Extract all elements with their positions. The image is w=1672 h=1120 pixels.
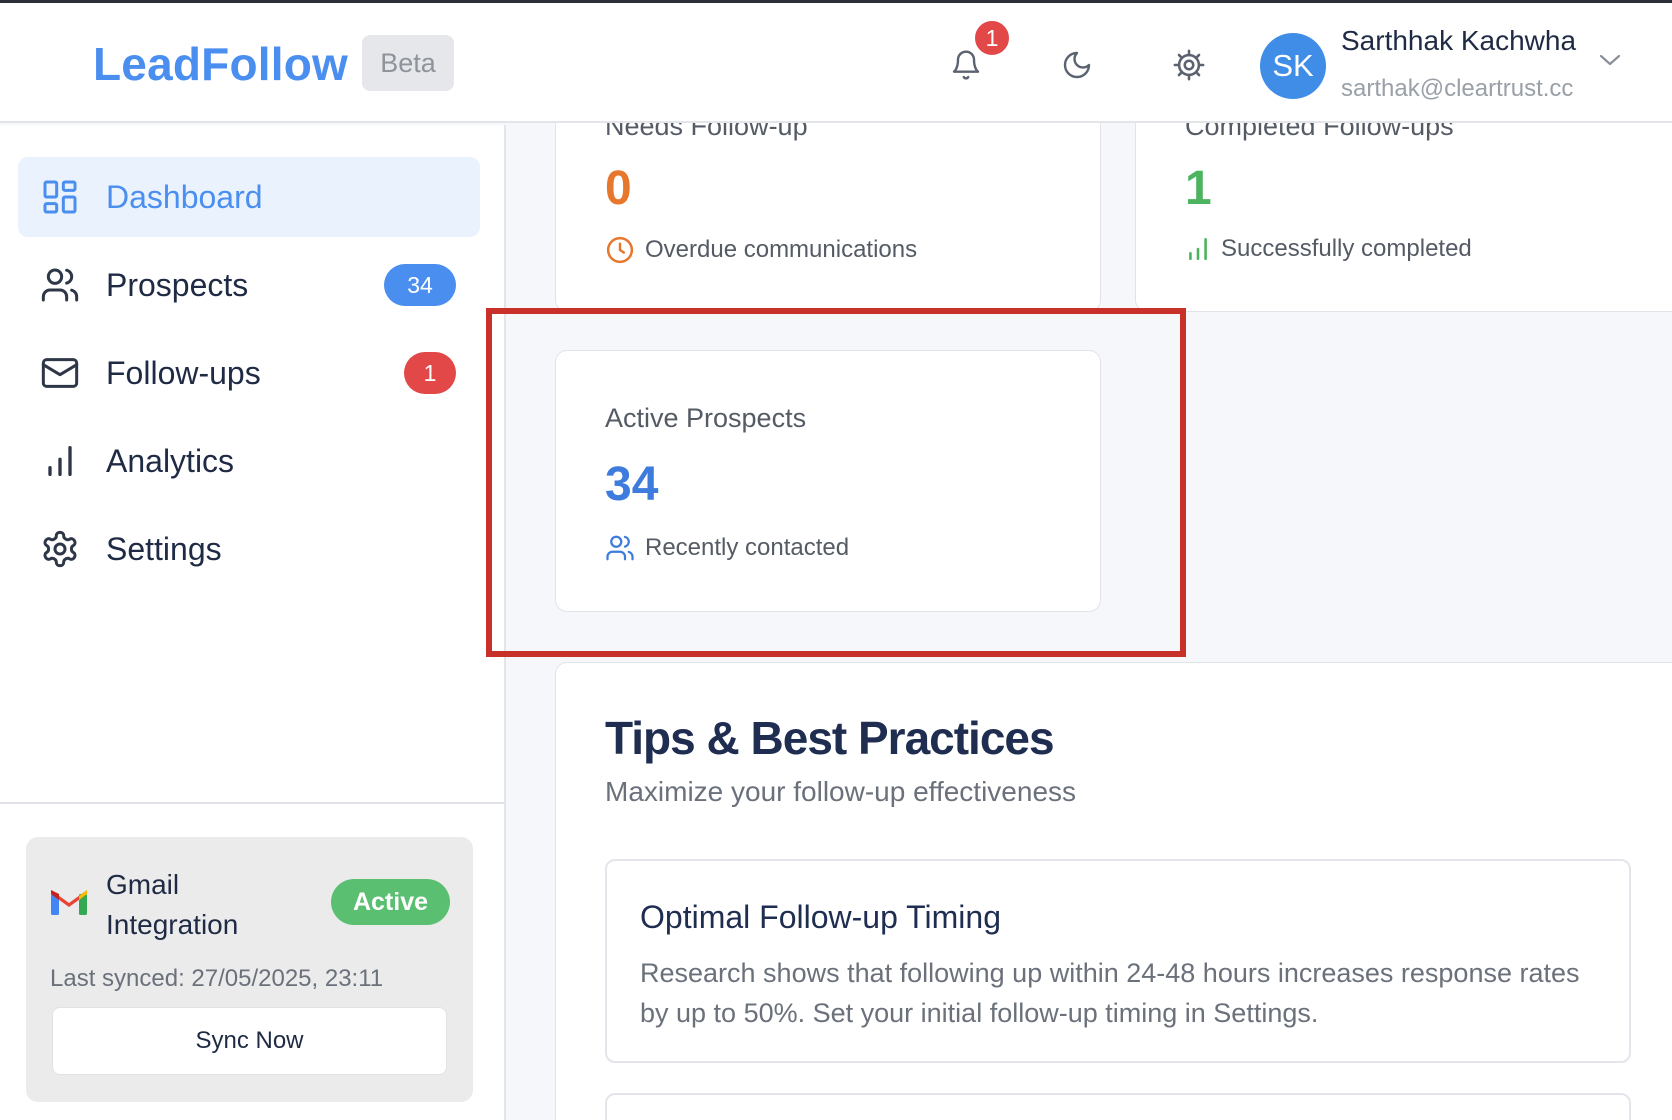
sidebar-item-label: Analytics bbox=[106, 442, 235, 479]
mail-icon bbox=[41, 358, 79, 388]
sidebar-item-label: Follow-ups bbox=[106, 354, 261, 391]
annotation-highlight-box bbox=[486, 308, 1186, 657]
follow-ups-count-badge: 1 bbox=[404, 352, 456, 394]
prospects-count-badge: 34 bbox=[384, 264, 456, 306]
tip-body: Research shows that following up within … bbox=[640, 958, 1580, 1028]
sidebar-item-label: Dashboard bbox=[106, 178, 263, 215]
user-avatar[interactable]: SK bbox=[1260, 33, 1326, 99]
bar-chart-icon bbox=[48, 446, 72, 476]
user-email: sarthak@cleartrust.cc bbox=[1341, 75, 1574, 102]
clock-icon bbox=[606, 236, 634, 264]
sidebar-divider bbox=[0, 802, 504, 804]
stat-value: 0 bbox=[605, 162, 632, 215]
notification-count-badge: 1 bbox=[972, 18, 1012, 58]
sidebar-item-label: Prospects bbox=[106, 266, 249, 303]
header-settings-button[interactable] bbox=[1167, 43, 1211, 87]
bell-icon bbox=[952, 50, 980, 80]
stat-value: 1 bbox=[1185, 162, 1212, 215]
tip-title: Optimal Follow-up Timing bbox=[640, 899, 1001, 935]
gmail-status-badge: Active bbox=[331, 879, 450, 925]
stat-subtext-label: Overdue communications bbox=[645, 236, 918, 263]
user-menu-chevron[interactable] bbox=[1599, 53, 1621, 72]
gmail-integration-card: Gmail Integration Active Last synced: 27… bbox=[26, 837, 473, 1102]
sidebar-item-label: Settings bbox=[106, 530, 222, 567]
gear-icon bbox=[43, 530, 77, 568]
theme-toggle-button[interactable] bbox=[1055, 43, 1099, 87]
stat-subtext: Successfully completed bbox=[1185, 235, 1472, 263]
stat-subtext-label: Successfully completed bbox=[1221, 235, 1472, 262]
tip-item: Optimal Follow-up Timing Research shows … bbox=[605, 859, 1631, 1063]
sidebar: Dashboard Prospects 34 Follow-ups 1 Anal… bbox=[0, 125, 506, 1120]
sidebar-item-analytics[interactable]: Analytics bbox=[18, 421, 480, 501]
sidebar-item-settings[interactable]: Settings bbox=[18, 509, 480, 589]
sync-now-button[interactable]: Sync Now bbox=[52, 1007, 447, 1075]
users-icon bbox=[41, 268, 79, 302]
beta-badge: Beta bbox=[362, 35, 454, 91]
tip-item bbox=[605, 1093, 1631, 1120]
moon-icon bbox=[1063, 51, 1091, 79]
grid-icon bbox=[43, 180, 77, 214]
sidebar-item-dashboard[interactable]: Dashboard bbox=[18, 157, 480, 237]
app-logo[interactable]: LeadFollow bbox=[93, 37, 348, 91]
chevron-down-icon bbox=[1599, 54, 1621, 66]
tips-card: Tips & Best Practices Maximize your foll… bbox=[555, 662, 1672, 1120]
sidebar-item-follow-ups[interactable]: Follow-ups 1 bbox=[18, 333, 480, 413]
last-synced-text: Last synced: 27/05/2025, 23:11 bbox=[50, 965, 384, 992]
top-header: LeadFollow Beta 1 SK Sarthhak Kachwha sa… bbox=[0, 3, 1672, 123]
stat-subtext: Overdue communications bbox=[605, 235, 917, 265]
user-name: Sarthhak Kachwha bbox=[1341, 25, 1577, 56]
bar-chart-icon bbox=[1189, 237, 1207, 261]
cog-icon bbox=[1173, 49, 1205, 81]
header-layer: LeadFollow Beta 1 SK Sarthhak Kachwha sa… bbox=[0, 3, 1672, 123]
sidebar-item-prospects[interactable]: Prospects 34 bbox=[18, 245, 480, 325]
gmail-integration-title: Gmail Integration bbox=[106, 869, 239, 940]
gmail-icon bbox=[51, 890, 87, 915]
tips-title: Tips & Best Practices bbox=[605, 712, 1055, 764]
tips-subtitle: Maximize your follow-up effectiveness bbox=[605, 776, 1077, 807]
